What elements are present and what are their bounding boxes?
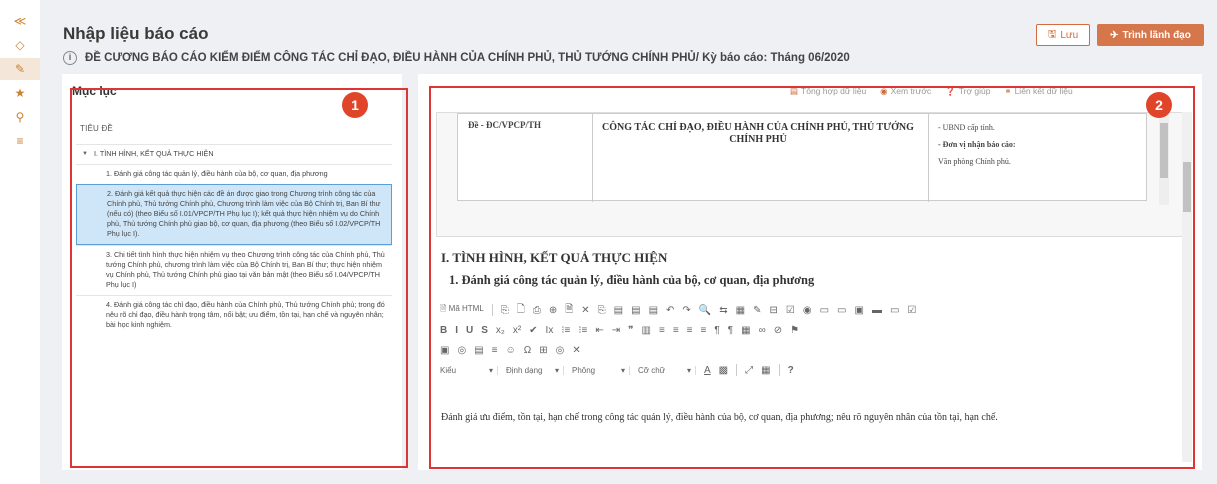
page-title: Nhập liệu báo cáo — [63, 24, 209, 43]
save-label: Lưu — [1060, 29, 1079, 41]
submit-label: Trình lãnh đạo — [1122, 29, 1191, 41]
callout-badge-1: 1 — [342, 92, 368, 118]
report-subtitle: i ĐỀ CƯƠNG BÁO CÁO KIỂM ĐIỂM CÔNG TÁC CH… — [63, 51, 850, 65]
star-icon[interactable]: ★ — [0, 82, 40, 104]
send-icon: ✈ — [1110, 29, 1119, 41]
save-icon: 🖫 — [1047, 28, 1057, 40]
list-icon[interactable]: ≡ — [0, 130, 40, 152]
submit-to-leader-button[interactable]: ✈ Trình lãnh đạo — [1097, 24, 1204, 46]
callout-badge-2: 2 — [1146, 92, 1172, 118]
edit-icon[interactable]: ✎ — [0, 58, 40, 80]
share-icon[interactable]: ≪ — [0, 10, 40, 32]
nav-rail: ≪ ◇ ✎ ★ ⚲ ≡ — [0, 0, 40, 484]
subtitle-text: ĐỀ CƯƠNG BÁO CÁO KIỂM ĐIỂM CÔNG TÁC CHỈ … — [85, 52, 850, 64]
save-button[interactable]: 🖫 Lưu — [1036, 24, 1090, 46]
app-root: ≪ ◇ ✎ ★ ⚲ ≡ Nhập liệu báo cáo i ĐỀ CƯƠNG… — [0, 0, 1217, 484]
info-icon: i — [63, 51, 77, 65]
highlight-box-left — [70, 88, 408, 468]
highlight-box-right — [429, 86, 1195, 469]
search-icon[interactable]: ⚲ — [0, 106, 40, 128]
diamond-icon[interactable]: ◇ — [0, 34, 40, 56]
